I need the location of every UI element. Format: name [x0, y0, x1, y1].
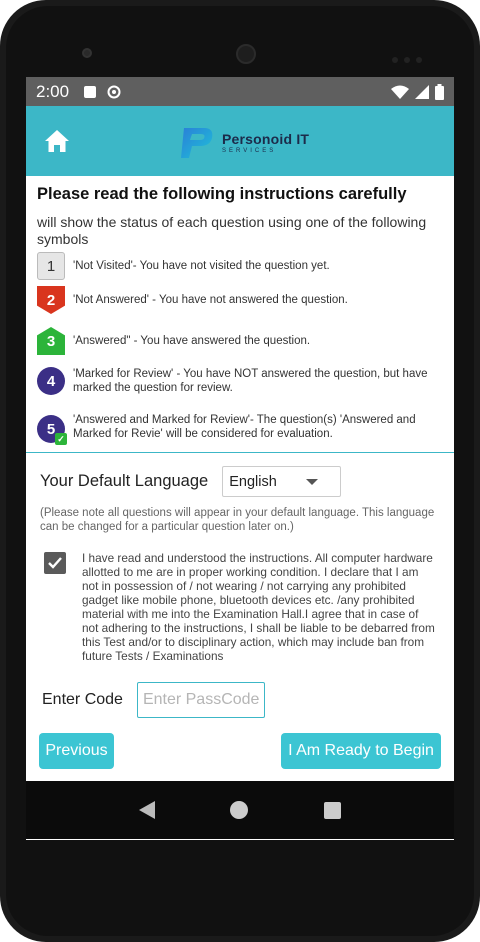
declaration-text: I have read and understood the instructi… — [82, 551, 435, 663]
marked-review-icon: 4 — [37, 367, 65, 395]
declaration-checkbox[interactable] — [44, 552, 66, 574]
back-icon[interactable] — [138, 801, 155, 819]
language-select[interactable]: English — [222, 466, 342, 497]
answered-marked-number: 5 — [46, 420, 56, 438]
logo-title: Personoid IT — [222, 130, 310, 147]
app-header: Personoid IT SERVICES — [26, 106, 454, 176]
chevron-down-icon — [306, 479, 319, 485]
ready-to-begin-button[interactable]: I Am Ready to Begin — [281, 733, 441, 769]
status-time: 2:00 — [36, 81, 70, 101]
language-row: Your Default Language English — [40, 466, 342, 497]
camera-icon — [82, 48, 92, 58]
previous-button[interactable]: Previous — [39, 733, 114, 769]
language-selected: English — [229, 473, 277, 490]
instructions-intro: will show the status of each question us… — [37, 214, 427, 247]
logo-mark-icon — [181, 128, 213, 158]
home-icon[interactable] — [44, 129, 70, 153]
wifi-icon — [391, 85, 409, 99]
status-right — [391, 83, 444, 100]
battery-icon — [435, 83, 444, 100]
declaration: I have read and understood the instructi… — [44, 551, 438, 663]
code-row: Enter Code — [42, 682, 265, 718]
not-answered-icon: 2 — [37, 286, 65, 314]
android-nav-bar — [26, 781, 454, 839]
answered-icon: 3 — [37, 327, 65, 355]
legend-text: 'Answered and Marked for Review'- The qu… — [73, 414, 416, 440]
answered-marked-review-icon: 5 ✓ — [37, 415, 67, 445]
legend-item-not-answered: 2 'Not Answered' - You have not answered… — [37, 286, 433, 314]
check-icon: ✓ — [55, 433, 67, 445]
brand-logo: Personoid IT SERVICES — [178, 122, 309, 162]
legend-item-marked-review: 4 'Marked for Review' - You have NOT ans… — [37, 367, 433, 395]
recents-icon[interactable] — [324, 801, 342, 819]
instructions-panel[interactable]: Please read the following instructions c… — [26, 176, 454, 453]
check-icon — [48, 557, 62, 569]
app-screen: 2:00 Personoid IT SERVICES Please read t… — [26, 77, 454, 840]
sync-icon — [107, 85, 121, 98]
not-visited-icon: 1 — [37, 252, 65, 280]
legend-item-answered-marked: 5 ✓ 'Answered and Marked for Review'- Th… — [37, 414, 433, 445]
legend-text: 'Marked for Review' - You have NOT answe… — [73, 368, 428, 394]
signal-icon — [415, 84, 429, 99]
speaker-icon — [236, 44, 256, 64]
instructions-title: Please read the following instructions c… — [37, 185, 407, 203]
language-note: (Please note all questions will appear i… — [40, 507, 435, 533]
code-label: Enter Code — [42, 691, 123, 708]
language-label: Your Default Language — [40, 472, 209, 490]
status-bar: 2:00 — [26, 77, 454, 106]
legend-text: 'Answered" - You have answered the quest… — [73, 335, 311, 347]
sensor-dots — [392, 50, 432, 63]
legend-text: 'Not Visited'- You have not visited the … — [73, 260, 330, 272]
legend-text: 'Not Answered' - You have not answered t… — [73, 294, 348, 306]
legend-item-answered: 3 'Answered" - You have answered the que… — [37, 327, 433, 355]
logo-subtitle: SERVICES — [222, 147, 277, 154]
passcode-input[interactable] — [136, 682, 265, 718]
notification-icon — [84, 85, 97, 98]
home-nav-icon[interactable] — [230, 801, 249, 819]
legend-item-not-visited: 1 'Not Visited'- You have not visited th… — [37, 252, 433, 280]
